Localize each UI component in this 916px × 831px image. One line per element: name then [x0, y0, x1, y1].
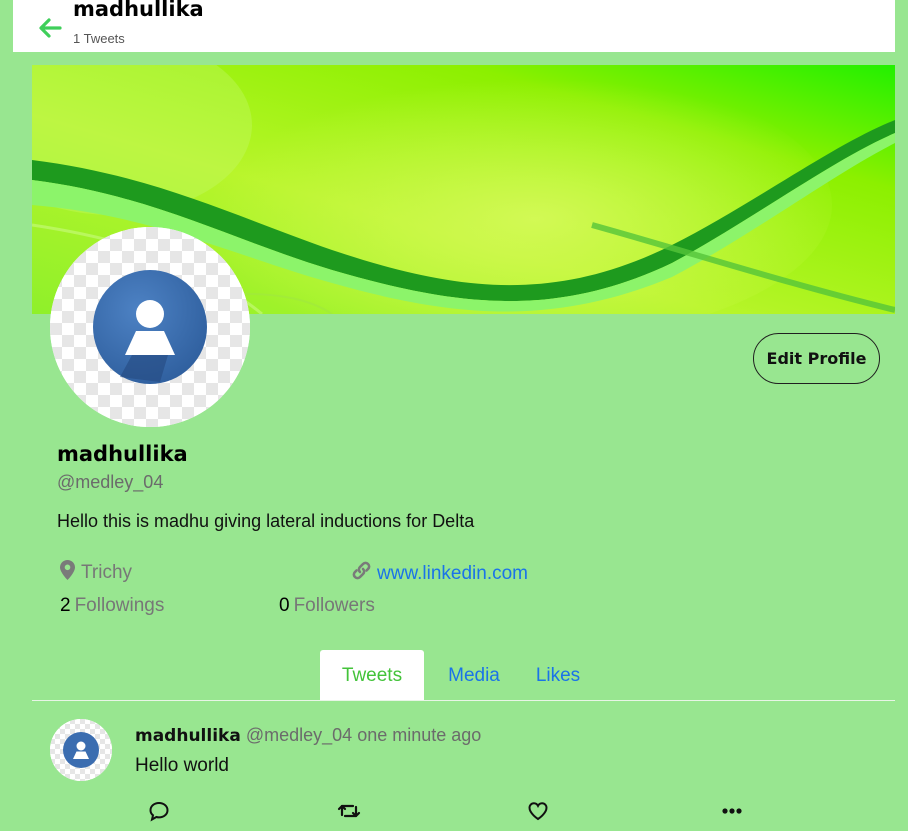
tweet-author-name[interactable]: madhullika — [135, 726, 241, 746]
tab-media[interactable]: Media — [424, 650, 524, 701]
followers-label: Followers — [293, 595, 375, 616]
website-link[interactable]: www.linkedin.com — [377, 563, 528, 585]
tab-tweets[interactable]: Tweets — [320, 650, 424, 701]
profile-bio: Hello this is madhu giving lateral induc… — [57, 511, 475, 531]
followings-stat[interactable]: 2 Followings — [60, 595, 164, 617]
header-tweet-count: 1 Tweets — [73, 31, 125, 46]
reply-icon[interactable] — [147, 800, 171, 822]
right-edge — [908, 0, 916, 831]
link-icon — [351, 560, 372, 587]
tab-likes[interactable]: Likes — [518, 650, 598, 701]
profile-name: madhullika — [57, 442, 188, 466]
like-icon[interactable] — [526, 800, 550, 822]
edit-profile-button[interactable]: Edit Profile — [753, 333, 880, 384]
followings-count: 2 — [60, 595, 71, 616]
tweet-header: madhullika @medley_04 one minute ago — [135, 725, 481, 746]
location-text: Trichy — [81, 562, 133, 583]
followings-label: Followings — [74, 595, 165, 616]
profile-tabs: Tweets Media Likes — [320, 650, 598, 701]
profile-handle: @medley_04 — [57, 472, 164, 492]
tweet-avatar[interactable] — [50, 719, 112, 781]
tabs-divider — [32, 700, 895, 701]
followers-count: 0 — [279, 595, 290, 616]
followers-stat[interactable]: 0 Followers — [279, 595, 375, 617]
back-arrow-icon[interactable] — [36, 14, 64, 42]
profile-page: madhullika 1 Tweets Edit Profile madhull… — [0, 0, 908, 831]
location-pin-icon — [60, 560, 75, 586]
top-bar: madhullika 1 Tweets — [13, 0, 895, 52]
profile-avatar[interactable] — [50, 227, 250, 427]
profile-location: Trichy — [60, 560, 132, 586]
profile-website[interactable]: www.linkedin.com — [351, 560, 528, 587]
tweet-author-handle[interactable]: @medley_04 — [246, 725, 352, 745]
more-icon[interactable] — [720, 800, 744, 822]
retweet-icon[interactable] — [337, 800, 361, 822]
tweet-time: one minute ago — [357, 725, 482, 745]
header-name: madhullika — [73, 0, 204, 21]
tweet-text: Hello world — [135, 755, 229, 776]
